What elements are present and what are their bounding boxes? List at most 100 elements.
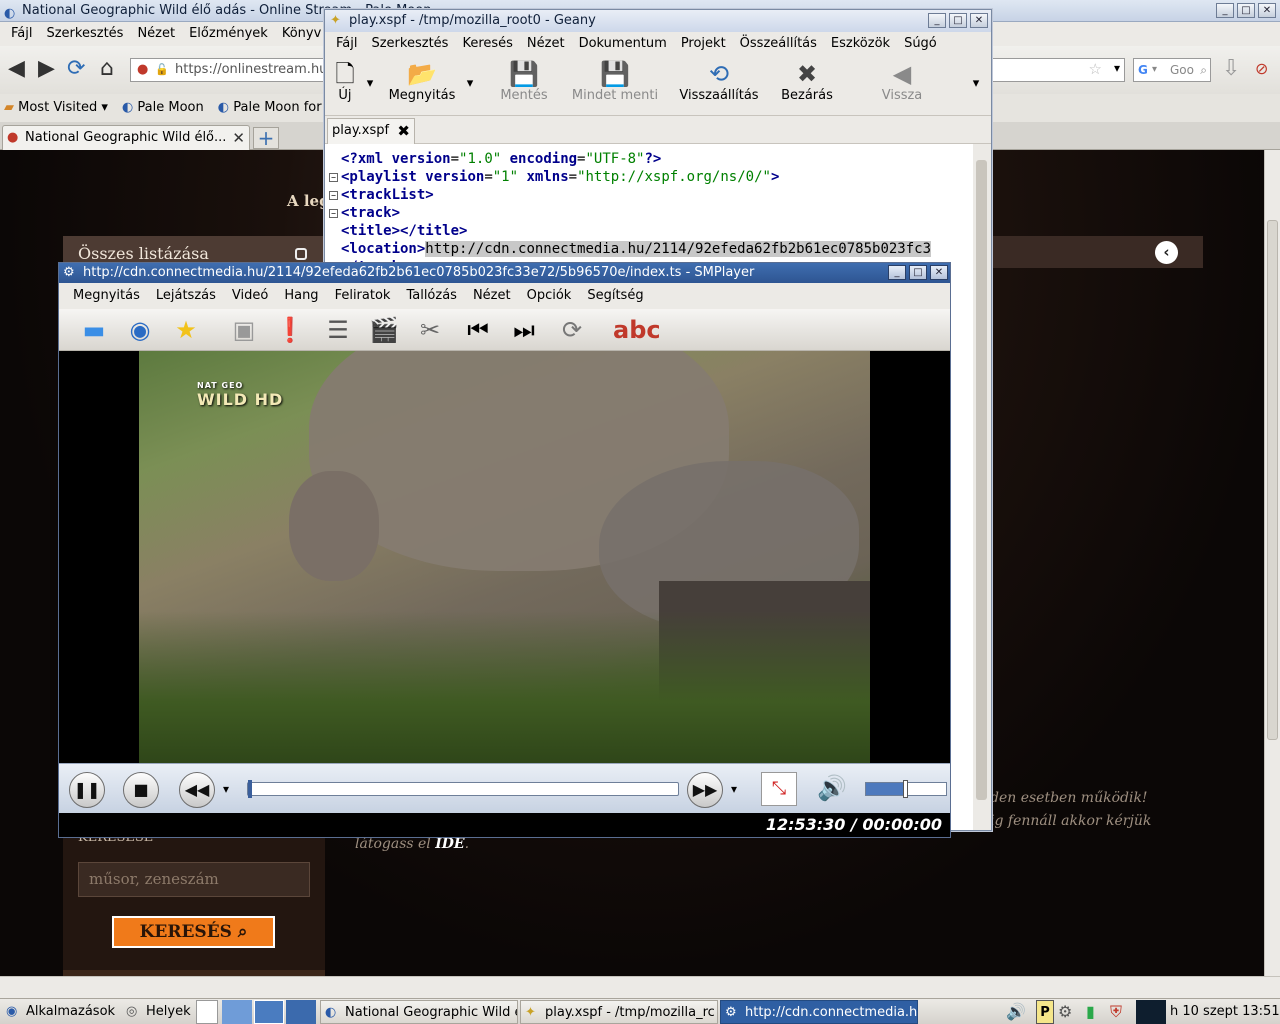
new-dropdown-button[interactable]: ▾ [363, 76, 377, 91]
shield-tray-icon[interactable]: ⛨ [1110, 1000, 1122, 1024]
notice-link[interactable]: IDE [435, 836, 464, 852]
menu-build[interactable]: Összeállítás [733, 32, 824, 56]
toolbar-overflow-button[interactable]: ▾ [969, 76, 983, 91]
volume-speaker-icon[interactable]: 🔊 [817, 774, 847, 802]
workspace-2[interactable] [254, 1000, 284, 1024]
playlist-icon[interactable]: ☰ [323, 315, 353, 345]
menu-help[interactable]: Súgó [897, 32, 944, 56]
revert-button[interactable]: ⟲ Visszaállítás [677, 60, 761, 104]
save-all-button[interactable]: 💾 Mindet menti [569, 60, 661, 104]
maximize-button[interactable]: □ [909, 265, 927, 280]
fold-marker[interactable]: − [329, 209, 338, 218]
url-dropdown-icon[interactable]: ▾ [1114, 61, 1120, 75]
menu-project[interactable]: Projekt [674, 32, 733, 56]
forward-icon[interactable]: ▶ [38, 58, 55, 80]
open-button[interactable]: 📂 Megnyitás [385, 60, 459, 104]
menu-file[interactable]: Fájl [329, 32, 364, 56]
subtitles-abc-icon[interactable]: abc [613, 315, 661, 345]
terminal-launcher-icon[interactable] [196, 1000, 218, 1024]
volume-tray-icon[interactable]: 🔊 [1006, 1000, 1026, 1024]
forward-icon[interactable]: ▶▶ [687, 772, 723, 808]
video-clapper-icon[interactable]: 🎬 [369, 315, 399, 345]
workspace-1[interactable] [222, 1000, 252, 1024]
menu-options[interactable]: Opciók [519, 283, 580, 309]
tab-play-xspf[interactable]: play.xspf ✖ [327, 118, 415, 144]
menu-view[interactable]: Nézet [465, 283, 519, 309]
task-smplayer[interactable]: ⚙ http://cdn.connectmedia.hu [720, 1000, 918, 1024]
home-icon[interactable]: ⌂ [100, 58, 114, 80]
fold-marker[interactable]: − [329, 173, 338, 182]
download-icon[interactable]: ⇩ [1222, 58, 1240, 80]
volume-slider[interactable] [865, 780, 947, 798]
bookmark-pale-moon-for[interactable]: ◐ Pale Moon for [218, 94, 322, 122]
engine-dropdown-icon[interactable]: ▾ [1152, 59, 1157, 81]
search-icon[interactable]: ⌕ [1200, 59, 1207, 81]
editor-vertical-scrollbar[interactable] [973, 144, 991, 830]
open-folder-icon[interactable]: ▬ [79, 315, 109, 345]
forward-dropdown-icon[interactable]: ▾ [731, 782, 737, 796]
menu-audio[interactable]: Hang [276, 283, 326, 309]
page-search-button[interactable]: KERESÉS ⌕ [112, 916, 275, 948]
preferences-tools-icon[interactable]: ✂ [415, 315, 445, 345]
database-tray-icon[interactable]: ▮ [1086, 1000, 1095, 1024]
fold-marker[interactable]: − [329, 191, 338, 200]
pause-icon[interactable]: ❚❚ [69, 772, 105, 808]
menu-edit[interactable]: Szerkesztés [39, 22, 130, 46]
page-vertical-scrollbar[interactable] [1264, 150, 1280, 976]
applications-menu[interactable]: ◉ Alkalmazások [2, 1000, 115, 1024]
fullscreen-icon[interactable]: ⤡ [761, 772, 797, 806]
chevron-left-icon[interactable]: ‹ [1155, 241, 1178, 264]
maximize-button[interactable]: □ [1237, 3, 1255, 18]
screenshot-camera-icon[interactable]: ▣ [229, 315, 259, 345]
network-tray-icon[interactable]: ⚙ [1058, 1000, 1072, 1024]
menu-view[interactable]: Nézet [130, 22, 182, 46]
stop-icon[interactable]: ■ [123, 772, 159, 808]
url-bar-end[interactable]: ☆ ▾ [990, 58, 1125, 82]
repeat-icon[interactable]: ⟳ [557, 315, 587, 345]
list-all-checkbox[interactable] [295, 248, 307, 260]
places-menu[interactable]: ◎ Helyek [122, 1000, 191, 1024]
page-search-input[interactable]: műsor, zeneszám [78, 862, 310, 897]
menu-video[interactable]: Videó [224, 283, 276, 309]
menu-subtitles[interactable]: Feliratok [327, 283, 399, 309]
close-button[interactable]: ✕ [970, 13, 988, 28]
menu-browse[interactable]: Tallózás [398, 283, 465, 309]
menu-help[interactable]: Segítség [579, 283, 651, 309]
close-file-button[interactable]: ✖ Bezárás [777, 60, 837, 104]
globe-icon[interactable]: ◉ [125, 315, 155, 345]
rewind-dropdown-icon[interactable]: ▾ [223, 782, 229, 796]
menu-open[interactable]: Megnyitás [65, 283, 148, 309]
close-tab-icon[interactable]: ✖ [397, 119, 410, 143]
next-icon[interactable]: ⏭ [509, 315, 539, 345]
close-tab-icon[interactable]: ✕ [232, 126, 245, 150]
clock[interactable]: h 10 szept 13:51 [1170, 1000, 1280, 1024]
scrollbar-thumb[interactable] [976, 160, 987, 800]
page-horizontal-scrollbar[interactable] [0, 976, 1280, 998]
task-geany[interactable]: ✦ play.xspf - /tmp/mozilla_rc [520, 1000, 718, 1024]
seek-handle[interactable] [248, 780, 252, 798]
scrollbar-thumb[interactable] [1267, 220, 1278, 740]
tab-national-geographic[interactable]: ● National Geographic Wild élő... ✕ [2, 125, 250, 150]
bookmark-most-visited[interactable]: ▰ Most Visited ▾ [4, 94, 108, 122]
menu-edit[interactable]: Szerkesztés [364, 32, 455, 56]
menu-view[interactable]: Nézet [520, 32, 572, 56]
seek-bar[interactable] [247, 780, 679, 798]
tray-p-icon[interactable]: P [1036, 1000, 1054, 1024]
search-box[interactable]: G ▾ Goo ⌕ [1133, 58, 1211, 82]
menu-play[interactable]: Lejátszás [148, 283, 224, 309]
reload-icon[interactable]: ⟳ [67, 58, 85, 80]
save-button[interactable]: 💾 Mentés [495, 60, 553, 104]
close-button[interactable]: ✕ [930, 265, 948, 280]
menu-history[interactable]: Előzmények [182, 22, 275, 46]
menu-document[interactable]: Dokumentum [572, 32, 674, 56]
info-exclamation-icon[interactable]: ❗ [275, 315, 305, 345]
menu-file[interactable]: Fájl [4, 22, 39, 46]
menu-tools[interactable]: Eszközök [824, 32, 897, 56]
bookmark-star-icon[interactable]: ☆ [1089, 60, 1102, 78]
back-icon[interactable]: ◀ [8, 58, 25, 80]
task-browser[interactable]: ◐ National Geographic Wild é [320, 1000, 518, 1024]
minimize-button[interactable]: _ [1216, 3, 1234, 18]
open-dropdown-button[interactable]: ▾ [463, 76, 477, 91]
maximize-button[interactable]: □ [949, 13, 967, 28]
video-area[interactable]: NAT GEO WILD HD [59, 351, 950, 763]
